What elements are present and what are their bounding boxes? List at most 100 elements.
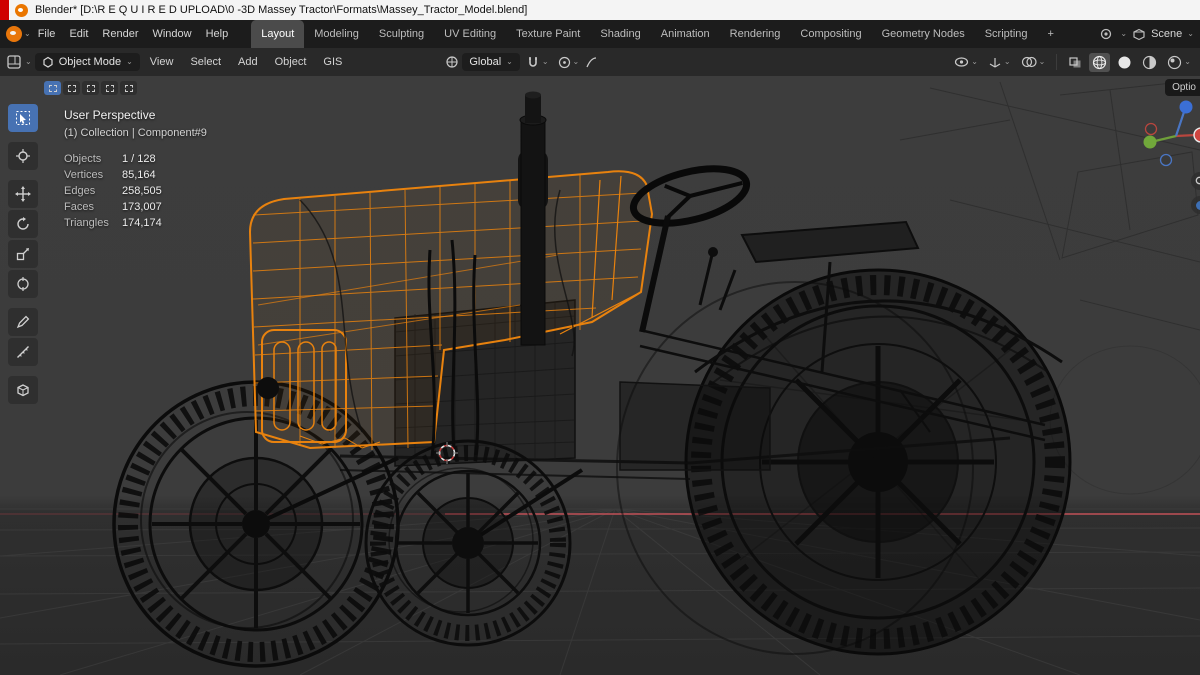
tab-scripting[interactable]: Scripting: [975, 20, 1038, 48]
toolbar: [8, 104, 38, 404]
editor-type-icon[interactable]: [6, 54, 22, 70]
gizmo-x-neg-axis[interactable]: [1144, 122, 1158, 136]
rendered-sphere-icon: [1168, 55, 1182, 69]
chevron-down-icon: ⌄: [1120, 29, 1128, 38]
tab-compositing[interactable]: Compositing: [790, 20, 871, 48]
tab-shading[interactable]: Shading: [590, 20, 650, 48]
camera-icon: [1195, 200, 1200, 210]
magnet-icon: [528, 57, 537, 67]
navigation-gizmo[interactable]: [1138, 98, 1200, 174]
tab-sculpting[interactable]: Sculpting: [369, 20, 434, 48]
gizmo-z-neg-axis[interactable]: [1159, 153, 1173, 167]
tab-uv-editing[interactable]: UV Editing: [434, 20, 506, 48]
recording-stripe: [0, 0, 9, 20]
tool-add-primitive[interactable]: [8, 376, 38, 404]
overlays-dropdown[interactable]: ⌄: [1018, 54, 1049, 70]
object-visibility-dropdown[interactable]: ⌄: [951, 54, 981, 70]
tool-select-box[interactable]: [8, 104, 38, 132]
tab-layout[interactable]: Layout: [251, 20, 305, 48]
shading-rendered-button[interactable]: ⌄: [1164, 53, 1194, 72]
tool-annotate[interactable]: [8, 308, 38, 336]
tab-animation[interactable]: Animation: [651, 20, 720, 48]
menu-window[interactable]: Window: [145, 25, 198, 43]
transform-orientation-icon: [446, 56, 458, 68]
snap-toggle[interactable]: ⌄: [523, 53, 552, 71]
zoom-button[interactable]: [1191, 172, 1200, 190]
menu-file[interactable]: File: [31, 25, 63, 43]
chevron-down-icon: ⌄: [1003, 57, 1011, 66]
solid-sphere-icon: [1118, 56, 1131, 68]
move-icon: [15, 186, 31, 202]
chevron-down-icon: ⌄: [541, 57, 549, 66]
orientation-label: Global: [469, 56, 502, 68]
menu-render[interactable]: Render: [95, 25, 145, 43]
scene-selector[interactable]: Scene: [1151, 28, 1182, 40]
blender-menu-icon[interactable]: [6, 26, 22, 42]
xray-toggle[interactable]: [1065, 54, 1085, 71]
mode-selector[interactable]: Object Mode ⌄: [34, 53, 140, 71]
chevron-down-icon: ⌄: [1038, 57, 1046, 66]
blender-logo-icon: [15, 3, 28, 17]
sidebar-options-tab[interactable]: Optio: [1165, 79, 1200, 96]
stat-edges: Edges 258,505: [64, 185, 162, 197]
add-workspace-button[interactable]: +: [1038, 20, 1064, 48]
add-cube-icon: [17, 384, 29, 397]
scale-icon: [16, 248, 29, 261]
scene-icon: [1133, 28, 1145, 40]
viewport-3d[interactable]: User Perspective (1) Collection | Compon…: [0, 76, 1200, 675]
select-mode-subtract[interactable]: [82, 81, 99, 95]
viewport-menu-object[interactable]: Object: [268, 53, 314, 71]
stat-objects: Objects 1 / 128: [64, 153, 156, 165]
shading-material-button[interactable]: [1139, 53, 1160, 72]
material-sphere-icon: [1143, 55, 1157, 69]
extensions-icon[interactable]: [1099, 27, 1115, 41]
chevron-down-icon: ⌄: [1187, 29, 1194, 38]
eye-icon: [955, 57, 969, 67]
wireframe-sphere-icon: [1093, 55, 1107, 69]
tool-cursor[interactable]: [8, 142, 38, 170]
viewport-menu-gis[interactable]: GIS: [316, 53, 349, 71]
tab-modeling[interactable]: Modeling: [304, 20, 369, 48]
chevron-down-icon: ⌄: [971, 57, 978, 66]
object-mode-icon: [43, 56, 53, 68]
tab-rendering[interactable]: Rendering: [720, 20, 791, 48]
gizmo-x-axis[interactable]: [1193, 127, 1200, 143]
orientation-selector[interactable]: Global ⌄: [462, 53, 520, 71]
view-perspective-label: User Perspective: [64, 108, 156, 122]
tab-geometry-nodes[interactable]: Geometry Nodes: [872, 20, 975, 48]
chevron-down-icon: ⌄: [126, 57, 133, 66]
viewport-menu-add[interactable]: Add: [231, 53, 265, 71]
gizmo-y-axis[interactable]: [1143, 135, 1157, 149]
chevron-down-icon: ⌄: [24, 29, 31, 38]
shading-solid-button[interactable]: [1114, 53, 1135, 72]
shading-wireframe-button[interactable]: [1089, 52, 1111, 72]
gizmos-dropdown[interactable]: ⌄: [985, 54, 1014, 71]
select-mode-intersect[interactable]: [120, 81, 137, 95]
topbar: ⌄ File Edit Render Window Help Layout Mo…: [0, 20, 1200, 48]
chevron-down-icon: ⌄: [1184, 57, 1191, 66]
viewport-menu-view[interactable]: View: [143, 53, 181, 71]
menu-help[interactable]: Help: [199, 25, 236, 43]
stat-triangles: Triangles 174,174: [64, 217, 162, 229]
tool-rotate[interactable]: [8, 210, 38, 238]
select-mode-invert[interactable]: [101, 81, 118, 95]
select-box-icon: [16, 111, 30, 125]
chevron-down-icon: ⌄: [25, 57, 32, 66]
proportional-editing-toggle[interactable]: ⌄: [555, 54, 583, 71]
gizmo-z-axis[interactable]: [1179, 100, 1193, 114]
tool-move[interactable]: [8, 180, 38, 208]
viewport-menu-select[interactable]: Select: [183, 53, 228, 71]
tool-measure[interactable]: [8, 338, 38, 366]
viewport-header: ⌄ Object Mode ⌄ View Select Add Object G…: [0, 48, 1200, 76]
tab-texture-paint[interactable]: Texture Paint: [506, 20, 590, 48]
stat-vertices: Vertices 85,164: [64, 169, 156, 181]
menu-edit[interactable]: Edit: [62, 25, 95, 43]
tool-scale[interactable]: [8, 240, 38, 268]
proportional-falloff-icon[interactable]: [585, 56, 598, 69]
camera-view-button[interactable]: [1191, 196, 1200, 214]
select-mode-new[interactable]: [44, 81, 61, 95]
select-mode-extend[interactable]: [63, 81, 80, 95]
tool-transform[interactable]: [8, 270, 38, 298]
scene-statistics: Objects 1 / 128 Vertices 85,164 Edges 25…: [64, 153, 207, 229]
chevron-down-icon: ⌄: [506, 57, 513, 66]
